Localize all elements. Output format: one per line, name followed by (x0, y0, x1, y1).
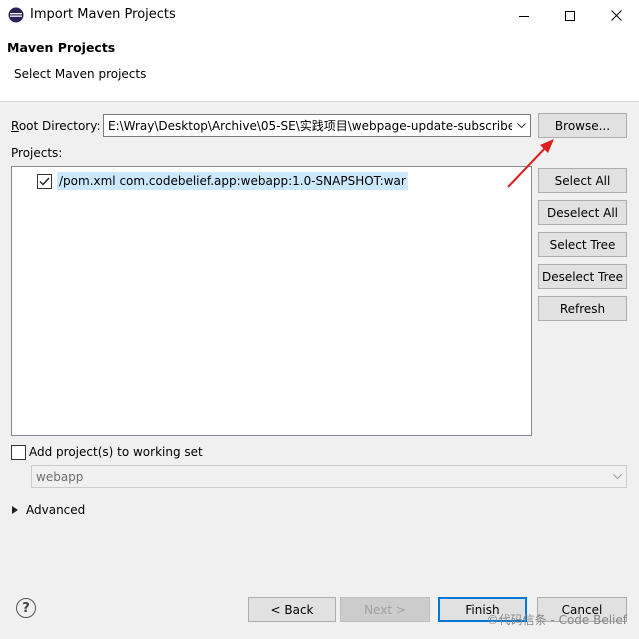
root-directory-label: Root Directory: (11, 119, 101, 133)
maximize-icon (565, 10, 575, 21)
list-item[interactable]: /pom.xml com.codebelief.app:webapp:1.0-S… (37, 172, 408, 190)
page-subtitle: Select Maven projects (14, 67, 147, 81)
root-directory-value: E:\Wray\Desktop\Archive\05-SE\实践项目\webpa… (108, 119, 520, 133)
project-checkbox[interactable] (37, 173, 52, 189)
maximize-button[interactable] (547, 0, 593, 31)
title-bar: Import Maven Projects (0, 0, 639, 31)
chevron-down-icon[interactable] (512, 115, 530, 136)
back-button[interactable]: < Back (248, 597, 336, 622)
close-icon (610, 10, 622, 21)
working-set-checkbox[interactable] (11, 444, 26, 460)
wizard-header: Maven Projects Select Maven projects (0, 31, 639, 102)
help-icon[interactable]: ? (16, 598, 36, 618)
page-title: Maven Projects (7, 40, 116, 55)
deselect-all-button[interactable]: Deselect All (538, 200, 627, 225)
select-tree-button[interactable]: Select Tree (538, 232, 627, 257)
working-set-combo: webapp (31, 465, 627, 488)
minimize-icon (519, 15, 529, 17)
working-set-value: webapp (36, 469, 84, 484)
close-button[interactable] (593, 0, 639, 31)
working-set-label: Add project(s) to working set (29, 445, 203, 459)
annotation-arrow-icon (507, 139, 554, 188)
minimize-button[interactable] (501, 0, 547, 31)
checkmark-icon (39, 177, 50, 186)
projects-label: Projects: (11, 146, 63, 160)
working-set-row[interactable]: Add project(s) to working set (11, 444, 203, 460)
refresh-button[interactable]: Refresh (538, 296, 627, 321)
watermark-text: ©代码信条 - Code Belief (486, 613, 627, 627)
eclipse-icon (8, 7, 24, 23)
projects-list[interactable]: /pom.xml com.codebelief.app:webapp:1.0-S… (11, 166, 532, 436)
chevron-down-icon (608, 466, 626, 487)
advanced-label: Advanced (26, 503, 86, 517)
expand-triangle-icon (12, 506, 18, 514)
deselect-tree-button[interactable]: Deselect Tree (538, 264, 627, 289)
root-directory-combo[interactable]: E:\Wray\Desktop\Archive\05-SE\实践项目\webpa… (103, 114, 531, 137)
next-button: Next > (340, 597, 430, 622)
advanced-toggle[interactable]: Advanced (12, 502, 85, 518)
project-item-label: /pom.xml com.codebelief.app:webapp:1.0-S… (57, 172, 408, 190)
root-directory-label-rest: oot Directory: (18, 119, 101, 133)
window-title: Import Maven Projects (30, 7, 176, 22)
